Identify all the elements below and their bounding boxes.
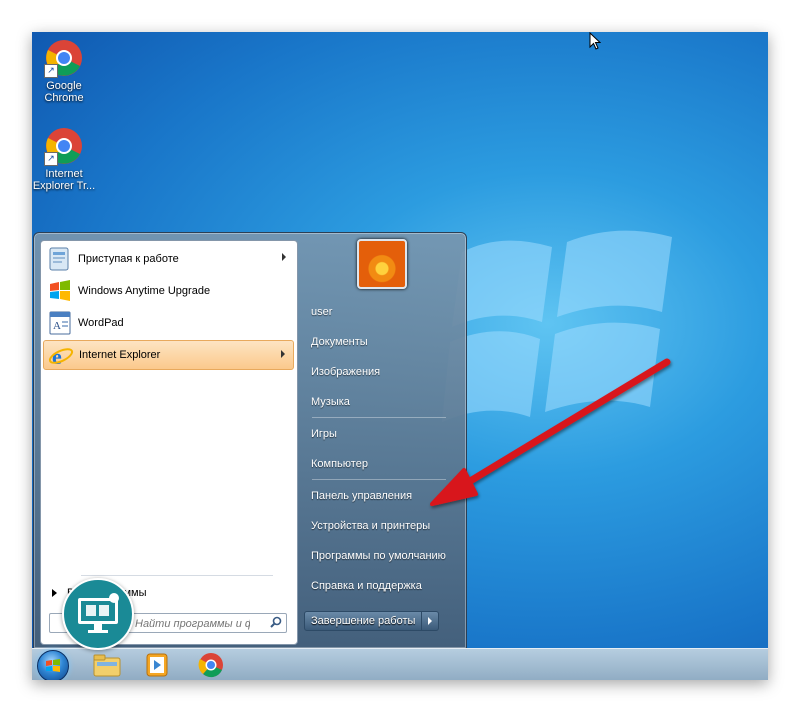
taskbar-explorer-button[interactable] [90, 651, 124, 679]
taskbar [32, 648, 768, 680]
watermark-logo [62, 578, 134, 650]
annotation-arrow [430, 358, 671, 506]
shutdown-button[interactable]: Завершение работы [304, 611, 423, 631]
desktop-icon-internet-explorer[interactable]: ↗ Internet Explorer Tr... [32, 126, 96, 192]
taskbar-media-player-button[interactable] [140, 651, 174, 679]
places-item-help-support[interactable]: Справка и поддержка [308, 574, 461, 598]
places-item-user[interactable]: user [308, 300, 461, 324]
folder-icon [93, 654, 121, 677]
windows-flag-icon [47, 278, 73, 304]
chrome-icon: ↗ [44, 38, 84, 78]
program-item-wordpad[interactable]: A WordPad [43, 308, 294, 338]
desktop-icon-label: Internet Explorer Tr... [32, 168, 96, 192]
shortcut-arrow-icon: ↗ [44, 152, 58, 166]
submenu-arrow-icon [282, 253, 286, 261]
media-player-icon [146, 653, 168, 677]
desktop-screen: ↗ Google Chrome ↗ Internet Explorer Tr..… [32, 32, 768, 680]
internet-explorer-icon: e [48, 342, 74, 369]
program-item-internet-explorer[interactable]: e Internet Explorer [43, 340, 294, 370]
shutdown-options-arrow-icon[interactable] [422, 611, 440, 631]
taskbar-chrome-button[interactable] [194, 651, 228, 679]
places-item-default-programs[interactable]: Программы по умолчанию [308, 544, 461, 568]
program-label: Приступая к работе [78, 253, 179, 265]
desktop-icon-label: Google Chrome [44, 80, 84, 104]
program-item-getting-started[interactable]: Приступая к работе [43, 244, 294, 274]
places-item-documents[interactable]: Документы [308, 330, 461, 354]
desktop-icon-google-chrome[interactable]: ↗ Google Chrome [32, 38, 96, 104]
divider [81, 575, 273, 576]
windows-flag-icon [46, 659, 60, 672]
shortcut-arrow-icon: ↗ [44, 64, 58, 78]
wordpad-icon: A [47, 310, 73, 336]
program-label: Windows Anytime Upgrade [78, 285, 211, 297]
program-label: Internet Explorer [79, 349, 161, 361]
search-icon[interactable] [270, 616, 282, 628]
svg-text:A: A [53, 320, 61, 332]
program-label: WordPad [78, 317, 124, 329]
chrome-icon [198, 653, 223, 678]
submenu-arrow-icon [281, 350, 285, 358]
expand-arrow-icon [52, 589, 57, 597]
getting-started-icon [47, 246, 73, 272]
chrome-icon: ↗ [44, 126, 84, 166]
mouse-cursor-icon [589, 32, 601, 50]
shutdown-control: Завершение работы [304, 611, 440, 631]
start-button[interactable] [37, 650, 69, 680]
user-avatar[interactable] [357, 239, 407, 289]
program-item-windows-anytime-upgrade[interactable]: Windows Anytime Upgrade [43, 276, 294, 306]
